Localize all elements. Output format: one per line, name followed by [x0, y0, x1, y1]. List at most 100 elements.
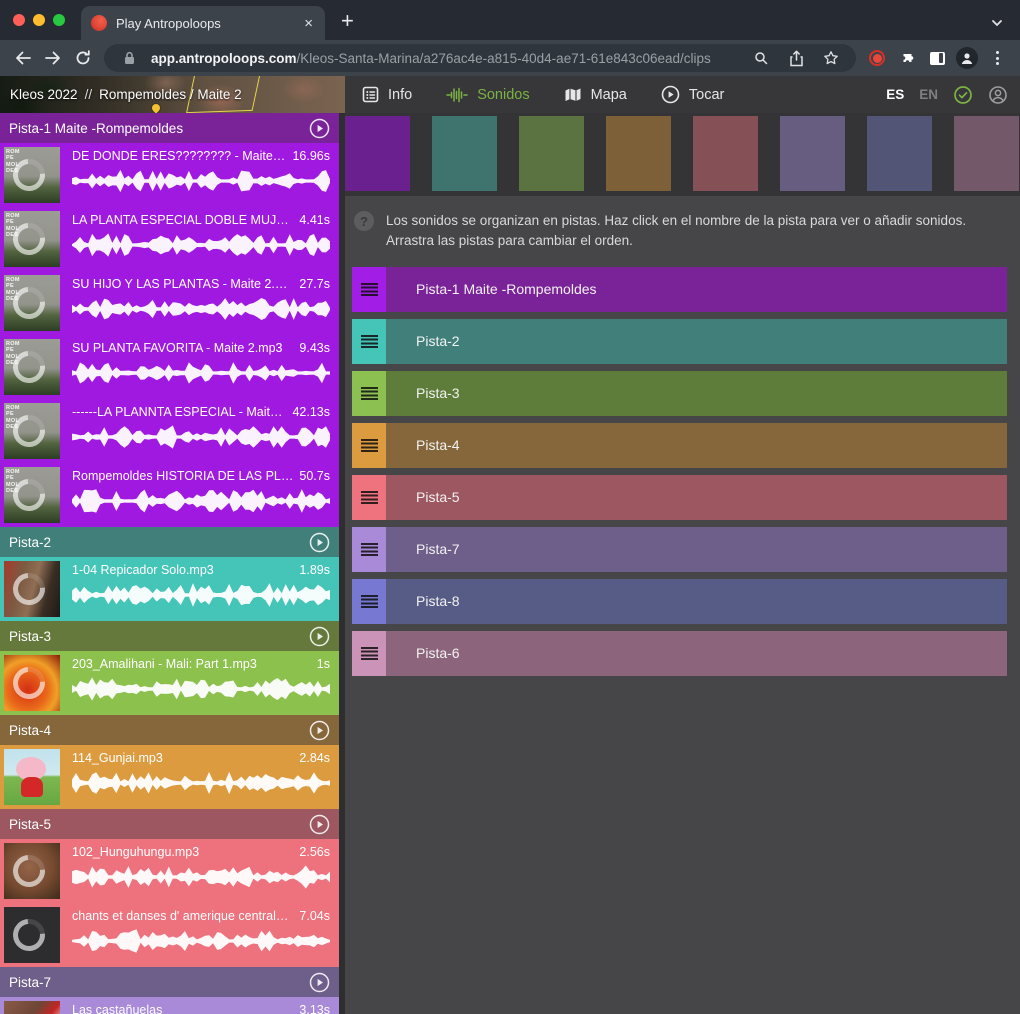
play-track-button[interactable] — [309, 532, 330, 553]
clip-waveform[interactable] — [72, 582, 330, 608]
sidebar-track-header[interactable]: Pista-7 — [0, 967, 339, 997]
clip-thumbnail[interactable] — [4, 749, 60, 805]
track-row-name[interactable]: Pista-1 Maite -Rompemoldes — [386, 267, 1007, 312]
clip-thumbnail[interactable] — [4, 843, 60, 899]
track-row[interactable]: Pista-4 — [352, 423, 1007, 468]
play-track-button[interactable] — [309, 626, 330, 647]
clip-thumbnail[interactable]: ROM PE MOL DES — [4, 211, 60, 267]
clip-waveform[interactable] — [72, 676, 330, 702]
track-row[interactable]: Pista-1 Maite -Rompemoldes — [352, 267, 1007, 312]
play-track-button[interactable] — [309, 118, 330, 139]
sidebar-track-header[interactable]: Pista-2 — [0, 527, 339, 557]
clip-item[interactable]: ROM PE MOL DES Rompemoldes HISTORIA DE LA… — [0, 463, 339, 527]
sidebar-track-header[interactable]: Pista-4 — [0, 715, 339, 745]
clip-item[interactable]: ROM PE MOL DES SU PLANTA FAVORITA - Maite… — [0, 335, 339, 399]
maximize-window-button[interactable] — [53, 14, 65, 26]
clip-waveform[interactable] — [72, 360, 330, 386]
clip-thumbnail[interactable] — [4, 907, 60, 963]
clip-title[interactable]: SU PLANTA FAVORITA - Maite 2.mp3 — [72, 341, 282, 355]
track-row[interactable]: Pista-7 — [352, 527, 1007, 572]
clip-title[interactable]: Rompemoldes HISTORIA DE LAS PLANTAS... — [72, 469, 293, 483]
clip-title[interactable]: 102_Hunguhungu.mp3 — [72, 845, 199, 859]
track-row[interactable]: Pista-8 — [352, 579, 1007, 624]
browser-menu-kebab-icon[interactable] — [982, 43, 1012, 73]
play-track-button[interactable] — [309, 972, 330, 993]
sidebar-track-name[interactable]: Pista-4 — [9, 723, 51, 738]
clip-title[interactable]: 1-04 Repicador Solo.mp3 — [72, 563, 214, 577]
sidebar-track-name[interactable]: Pista-3 — [9, 629, 51, 644]
clip-thumbnail[interactable]: ROM PE MOL DES — [4, 147, 60, 203]
clip-item[interactable]: 114_Gunjai.mp32.84s — [0, 745, 339, 809]
clip-waveform[interactable] — [72, 296, 330, 322]
zoom-icon[interactable] — [748, 45, 774, 71]
clip-title[interactable]: Las castañuelas — [72, 1003, 162, 1014]
drag-handle[interactable] — [352, 631, 386, 676]
address-bar[interactable]: app.antropoloops.com/Kleos-Santa-Marina/… — [104, 44, 856, 72]
clip-thumbnail[interactable]: ROM PE MOL DES — [4, 339, 60, 395]
clip-waveform[interactable] — [72, 168, 330, 194]
track-row[interactable]: Pista-2 — [352, 319, 1007, 364]
account-icon[interactable] — [988, 85, 1008, 105]
tab-tocar[interactable]: Tocar — [661, 85, 724, 104]
tab-sonidos[interactable]: Sonidos — [446, 87, 529, 103]
drag-handle[interactable] — [352, 423, 386, 468]
clip-waveform[interactable] — [72, 488, 330, 514]
track-row-name[interactable]: Pista-6 — [386, 631, 1007, 676]
track-row[interactable]: Pista-5 — [352, 475, 1007, 520]
track-row[interactable]: Pista-3 — [352, 371, 1007, 416]
track-row-name[interactable]: Pista-4 — [386, 423, 1007, 468]
clip-waveform[interactable] — [72, 770, 330, 796]
profile-avatar-icon[interactable] — [952, 43, 982, 73]
track-row-name[interactable]: Pista-5 — [386, 475, 1007, 520]
sidebar-track-header[interactable]: Pista-1 Maite -Rompemoldes — [0, 113, 339, 143]
clip-title[interactable]: ------LA PLANNTA ESPECIAL - Maite 2.mp3 — [72, 405, 286, 419]
clip-thumbnail[interactable] — [4, 655, 60, 711]
clip-waveform[interactable] — [72, 232, 330, 258]
drag-handle[interactable] — [352, 371, 386, 416]
clip-title[interactable]: 114_Gunjai.mp3 — [72, 751, 163, 765]
clip-item[interactable]: 203_Amalihani - Mali: Part 1.mp31s — [0, 651, 339, 715]
clip-thumbnail[interactable]: ROM PE MOL DES — [4, 467, 60, 523]
reload-icon[interactable] — [68, 43, 98, 73]
minimize-window-button[interactable] — [33, 14, 45, 26]
side-panel-icon[interactable] — [922, 43, 952, 73]
sidebar-track-name[interactable]: Pista-5 — [9, 817, 51, 832]
clip-thumbnail[interactable] — [4, 1001, 60, 1014]
clip-item[interactable]: ROM PE MOL DES------LA PLANNTA ESPECIAL … — [0, 399, 339, 463]
track-row-name[interactable]: Pista-3 — [386, 371, 1007, 416]
drag-handle[interactable] — [352, 527, 386, 572]
clip-title[interactable]: 203_Amalihani - Mali: Part 1.mp3 — [72, 657, 257, 671]
track-row[interactable]: Pista-6 — [352, 631, 1007, 676]
breadcrumb-path[interactable]: Rompemoldes / Maite 2 — [99, 87, 242, 102]
back-icon[interactable] — [8, 43, 38, 73]
clip-item[interactable]: ROM PE MOL DES SU HIJO Y LAS PLANTAS - Ma… — [0, 271, 339, 335]
sync-check-icon[interactable] — [953, 85, 973, 105]
forward-icon[interactable] — [38, 43, 68, 73]
clip-title[interactable]: DE DONDE ERES???????? - Maite 2.mp3 — [72, 149, 286, 163]
sidebar-track-name[interactable]: Pista-2 — [9, 535, 51, 550]
clip-item[interactable]: 102_Hunguhungu.mp32.56s — [0, 839, 339, 903]
drag-handle[interactable] — [352, 267, 386, 312]
track-row-name[interactable]: Pista-2 — [386, 319, 1007, 364]
drag-handle[interactable] — [352, 319, 386, 364]
close-tab-icon[interactable]: × — [302, 15, 315, 32]
chevron-down-icon[interactable] — [990, 16, 1020, 40]
sidebar-track-header[interactable]: Pista-5 — [0, 809, 339, 839]
clip-title[interactable]: SU HIJO Y LAS PLANTAS - Maite 2.mp3 — [72, 277, 293, 291]
clip-title[interactable]: LA PLANTA ESPECIAL DOBLE MUJER - Mai... — [72, 213, 293, 227]
play-track-button[interactable] — [309, 720, 330, 741]
sidebar-track-header[interactable]: Pista-3 — [0, 621, 339, 651]
clip-waveform[interactable] — [72, 928, 330, 954]
clip-thumbnail[interactable]: ROM PE MOL DES — [4, 275, 60, 331]
lang-es-button[interactable]: ES — [886, 87, 904, 102]
clip-item[interactable]: ROM PE MOL DES DE DONDE ERES???????? - Ma… — [0, 143, 339, 207]
url-text[interactable]: app.antropoloops.com/Kleos-Santa-Marina/… — [151, 51, 739, 66]
extensions-puzzle-icon[interactable] — [892, 43, 922, 73]
close-window-button[interactable] — [13, 14, 25, 26]
share-icon[interactable] — [783, 45, 809, 71]
track-row-name[interactable]: Pista-7 — [386, 527, 1007, 572]
drag-handle[interactable] — [352, 579, 386, 624]
record-extension-icon[interactable] — [862, 43, 892, 73]
breadcrumb-project[interactable]: Kleos 2022 — [10, 87, 78, 102]
sidebar-track-name[interactable]: Pista-7 — [9, 975, 51, 990]
